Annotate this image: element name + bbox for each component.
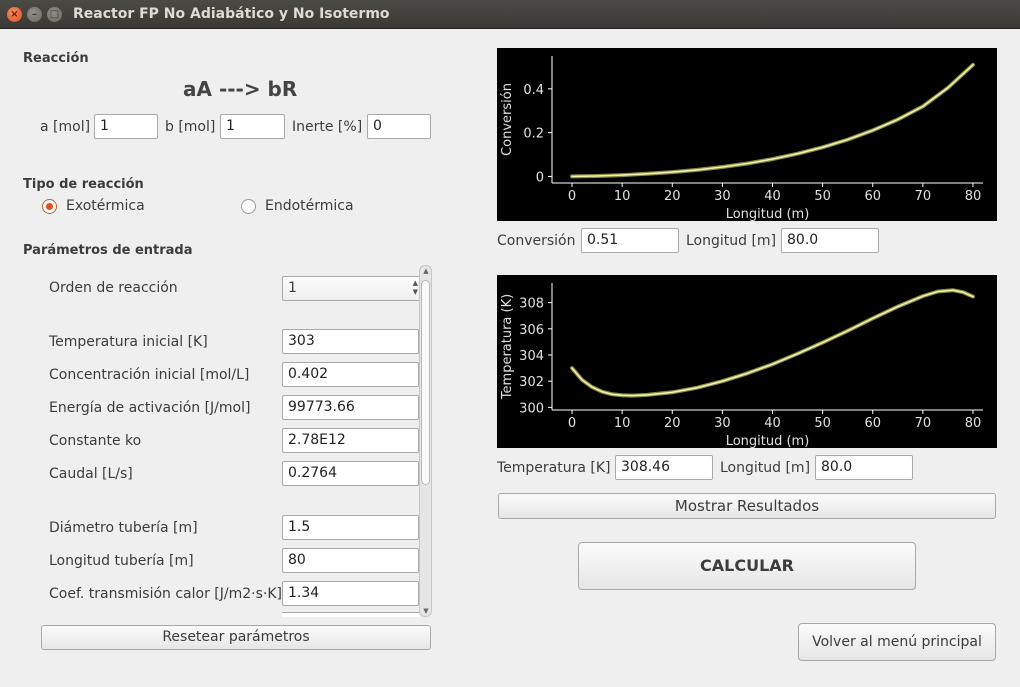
temperature-length-label: Longitud [m]: [720, 460, 811, 476]
inert-label: Inerte [%]: [292, 119, 363, 135]
show-results-button[interactable]: Mostrar Resultados: [498, 493, 996, 519]
series-line: [571, 289, 974, 397]
x-axis-label: Longitud (m): [726, 434, 810, 448]
endothermic-label[interactable]: Endotérmica: [265, 198, 354, 214]
reaction-section-label: Reacción: [23, 51, 89, 66]
x-tick-label: 40: [764, 189, 781, 204]
scrollbar-thumb[interactable]: [421, 280, 430, 485]
initial-conc-input[interactable]: 0.402: [282, 362, 419, 387]
reset-params-button[interactable]: Resetear parámetros: [41, 625, 431, 650]
y-tick-label: 0.2: [523, 127, 544, 142]
conversion-label: Conversión: [497, 233, 576, 249]
x-tick-label: 50: [814, 416, 831, 431]
pipe-length-label: Longitud tubería [m]: [49, 553, 194, 569]
conversion-length-output[interactable]: 80.0: [781, 228, 879, 253]
a-mol-input[interactable]: 1: [94, 114, 158, 139]
y-axis-label: Conversión: [500, 83, 515, 156]
x-tick-label: 60: [864, 416, 881, 431]
y-tick-label: 306: [519, 323, 544, 338]
x-tick-label: 0: [568, 189, 576, 204]
y-tick-label: 302: [519, 375, 544, 390]
initial-conc-label: Concentración inicial [mol/L]: [49, 367, 250, 383]
exothermic-radio[interactable]: [42, 199, 57, 214]
temperature-label: Temperatura [K]: [497, 460, 611, 476]
initial-temp-label: Temperatura inicial [K]: [49, 334, 208, 350]
temperature-output[interactable]: 308.46: [615, 455, 713, 480]
x-axis-label: Longitud (m): [726, 207, 810, 221]
reaction-equation: aA ---> bR: [183, 77, 298, 101]
pipe-diameter-input[interactable]: 1.5: [282, 515, 419, 540]
b-mol-label: b [mol]: [165, 119, 216, 135]
maximize-icon[interactable]: □: [47, 7, 62, 22]
x-tick-label: 70: [915, 416, 932, 431]
flow-label: Caudal [L/s]: [49, 466, 133, 482]
title-bar: × – □ Reactor FP No Adiabático y No Isot…: [0, 0, 1020, 29]
ko-input[interactable]: 2.78E12: [282, 428, 419, 453]
series-line: [571, 63, 974, 178]
x-tick-label: 50: [814, 189, 831, 204]
conversion-plot: 0 10 20 30 40 50 60 70 80 0 0.2 0.4 Longitud (m) Conv…: [497, 48, 997, 221]
params-section-label: Parámetros de entrada: [23, 243, 193, 258]
x-tick-label: 60: [864, 189, 881, 204]
next-field-edge: [282, 612, 419, 617]
x-tick-label: 30: [714, 189, 731, 204]
window-title: Reactor FP No Adiabático y No Isotermo: [73, 6, 390, 22]
order-label: Orden de reacción: [49, 280, 178, 296]
x-tick-label: 30: [714, 416, 731, 431]
order-select-value: 1: [288, 280, 297, 296]
scroll-down-icon[interactable]: ▼: [421, 607, 431, 615]
y-tick-label: 304: [519, 349, 544, 364]
temperature-plot: 0 10 20 30 40 50 60 70 80 300 302 304 306 308 Longitud…: [497, 275, 997, 448]
a-mol-label: a [mol]: [40, 119, 91, 135]
activation-energy-label: Energía de activación [J/mol]: [49, 400, 251, 416]
x-tick-label: 80: [965, 189, 982, 204]
pipe-length-input[interactable]: 80: [282, 548, 419, 573]
exothermic-label[interactable]: Exotérmica: [66, 198, 145, 214]
x-tick-label: 10: [614, 416, 631, 431]
x-tick-label: 80: [965, 416, 982, 431]
x-tick-label: 20: [664, 189, 681, 204]
inert-input[interactable]: 0: [367, 114, 431, 139]
x-tick-label: 70: [915, 189, 932, 204]
b-mol-input[interactable]: 1: [220, 114, 285, 139]
conversion-chart: 0 10 20 30 40 50 60 70 80 0 0.2 0.4 Longitud (m) Conv…: [500, 56, 983, 221]
series-line-glow: [570, 288, 975, 398]
ko-label: Constante ko: [49, 433, 142, 449]
params-scrollbar[interactable]: ▲ ▼: [419, 265, 432, 617]
order-select[interactable]: 1 ▲ ▼: [282, 276, 422, 301]
minimize-icon[interactable]: –: [27, 7, 42, 22]
calculate-button[interactable]: CALCULAR: [578, 542, 916, 590]
scroll-up-icon[interactable]: ▲: [421, 267, 431, 275]
x-tick-label: 10: [614, 189, 631, 204]
initial-temp-input[interactable]: 303: [282, 329, 419, 354]
y-tick-label: 0: [536, 170, 544, 185]
heat-coef-input[interactable]: 1.34: [282, 581, 419, 606]
y-axis-label: Temperatura (K): [500, 294, 515, 400]
heat-coef-label: Coef. transmisión calor [J/m2·s·K]: [49, 586, 282, 602]
temperature-length-output[interactable]: 80.0: [815, 455, 913, 480]
back-to-menu-button[interactable]: Volver al menú principal: [798, 623, 996, 661]
flow-input[interactable]: 0.2764: [282, 461, 419, 486]
conversion-output[interactable]: 0.51: [581, 228, 679, 253]
y-tick-label: 0.4: [523, 83, 544, 98]
spin-arrows-icon: ▲ ▼: [412, 279, 418, 296]
endothermic-radio[interactable]: [241, 199, 256, 214]
conversion-length-label: Longitud [m]: [686, 233, 777, 249]
activation-energy-input[interactable]: 99773.66: [282, 395, 419, 420]
close-icon[interactable]: ×: [7, 7, 22, 22]
x-tick-label: 20: [664, 416, 681, 431]
reaction-type-section-label: Tipo de reacción: [23, 177, 144, 192]
x-tick-label: 40: [764, 416, 781, 431]
x-tick-label: 0: [568, 416, 576, 431]
pipe-diameter-label: Diámetro tubería [m]: [49, 520, 198, 536]
y-tick-label: 300: [519, 401, 544, 416]
y-tick-label: 308: [519, 297, 544, 312]
temperature-chart: 0 10 20 30 40 50 60 70 80 300 302 304 306 308 Longitud…: [500, 283, 983, 448]
